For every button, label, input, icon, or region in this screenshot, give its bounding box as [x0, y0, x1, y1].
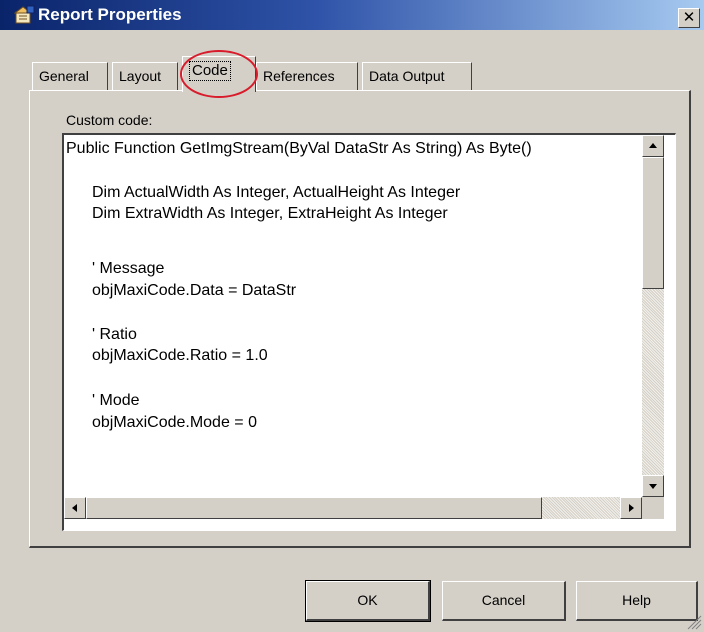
code-line: Public Function GetImgStream(ByVal DataS…	[66, 140, 532, 157]
cancel-button[interactable]: Cancel	[442, 581, 566, 621]
tab-references-label: References	[263, 68, 335, 84]
code-line: objMaxiCode.Mode = 0	[92, 414, 257, 431]
horizontal-scroll-thumb[interactable]	[86, 497, 542, 519]
tab-general[interactable]: General	[32, 62, 108, 90]
code-line: Dim ExtraWidth As Integer, ExtraHeight A…	[92, 205, 448, 222]
tab-layout[interactable]: Layout	[112, 62, 178, 90]
code-line: objMaxiCode.Data = DataStr	[92, 282, 297, 299]
custom-code-label: Custom code:	[66, 112, 153, 128]
horizontal-scrollbar[interactable]	[64, 497, 642, 519]
code-line: ' Ratio	[92, 326, 137, 343]
size-grip-icon[interactable]	[682, 610, 702, 630]
ok-button[interactable]: OK	[305, 580, 431, 622]
report-properties-dialog: Report Properties ✕ General Layout Code …	[0, 0, 704, 632]
vertical-scroll-thumb[interactable]	[642, 157, 664, 289]
tab-code-highlight	[180, 50, 258, 98]
tab-data-output[interactable]: Data Output	[362, 62, 472, 90]
vertical-scrollbar[interactable]	[642, 135, 664, 497]
title-bar[interactable]: Report Properties ✕	[0, 0, 704, 30]
scroll-down-icon[interactable]	[642, 475, 664, 497]
window-title: Report Properties	[38, 5, 182, 24]
tab-layout-label: Layout	[119, 68, 162, 84]
scroll-up-icon[interactable]	[642, 135, 664, 157]
close-icon[interactable]: ✕	[678, 8, 700, 28]
scroll-left-icon[interactable]	[64, 497, 86, 519]
tab-data-output-label: Data Output	[369, 68, 445, 84]
scrollbar-corner	[642, 497, 664, 519]
code-line: objMaxiCode.Ratio = 1.0	[92, 347, 268, 364]
help-button[interactable]: Help	[576, 581, 698, 621]
tab-references[interactable]: References	[256, 62, 358, 90]
code-line: Dim ActualWidth As Integer, ActualHeight…	[92, 184, 461, 201]
code-line: ' Mode	[92, 392, 140, 409]
tab-general-label: General	[39, 68, 89, 84]
code-line: ' Message	[92, 260, 165, 277]
window-icon	[14, 5, 35, 24]
custom-code-editor[interactable]: Public Function GetImgStream(ByVal DataS…	[62, 133, 676, 531]
scroll-right-icon[interactable]	[620, 497, 642, 519]
